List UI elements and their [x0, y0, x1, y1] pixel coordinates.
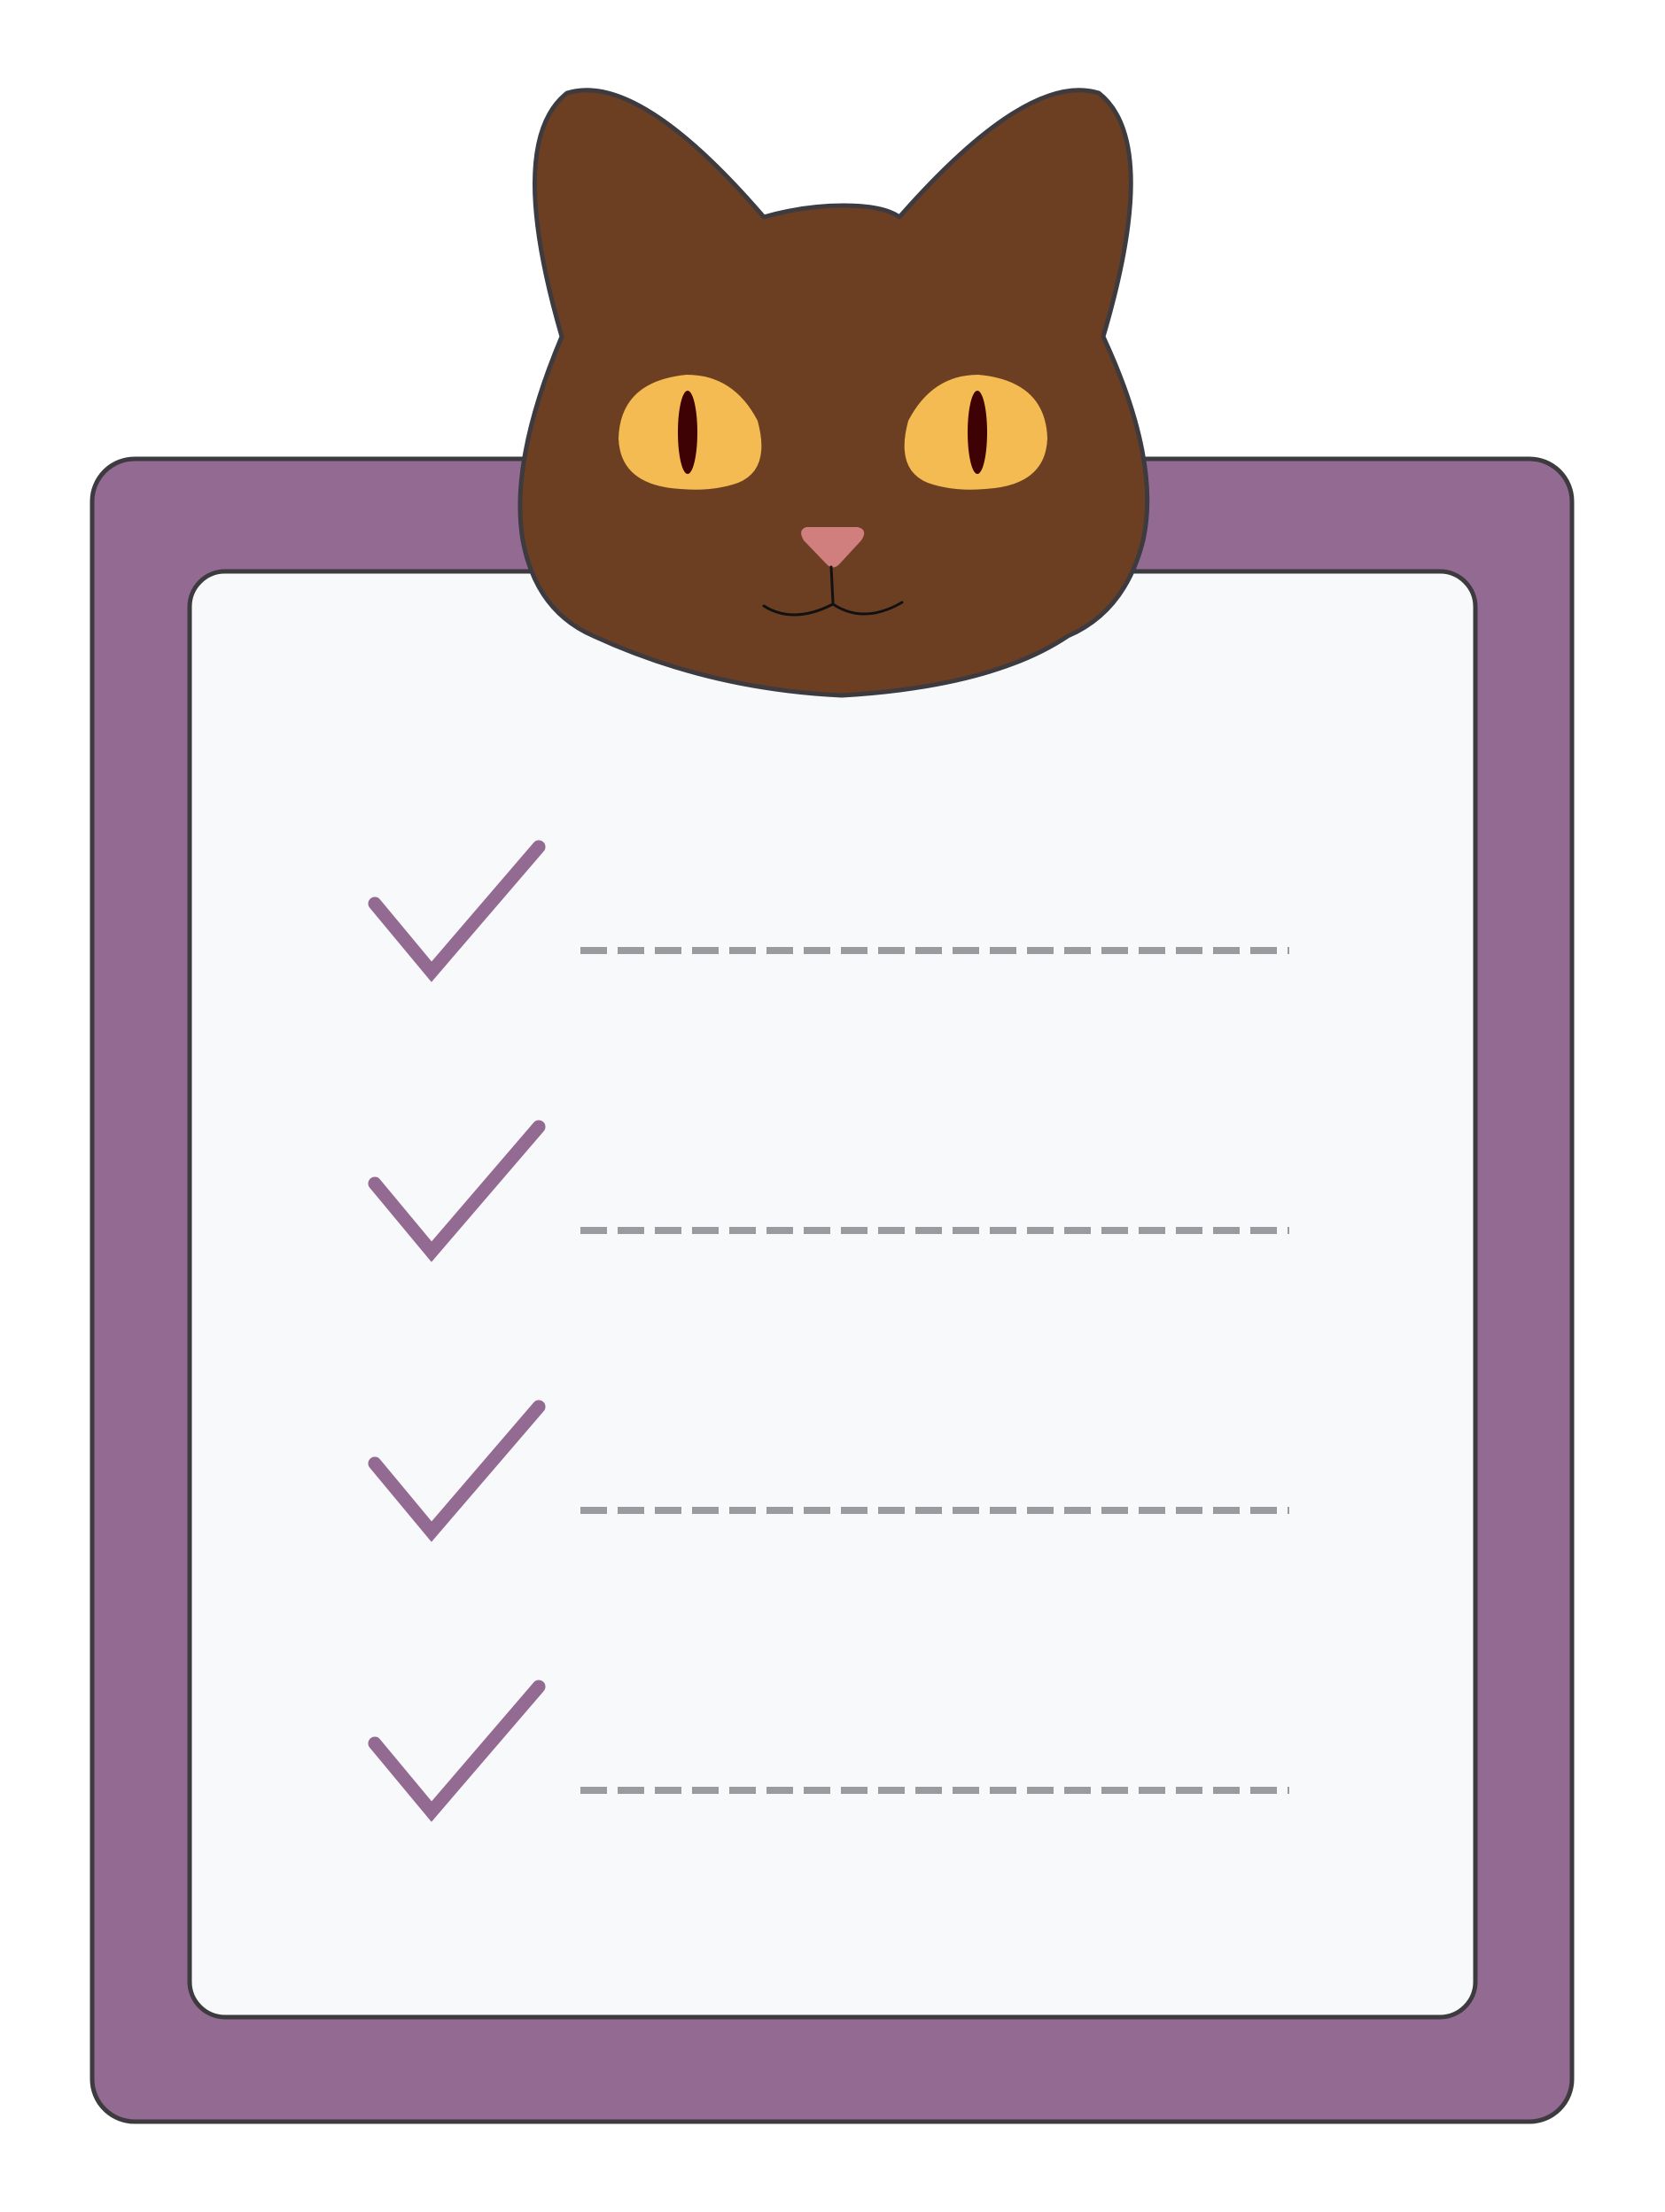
cat-right-pupil [968, 391, 987, 474]
cat-clipboard-illustration [89, 88, 1575, 2124]
cat-left-pupil [678, 391, 697, 474]
checklist-paper [187, 569, 1478, 2020]
cat-head-icon [517, 88, 1150, 698]
